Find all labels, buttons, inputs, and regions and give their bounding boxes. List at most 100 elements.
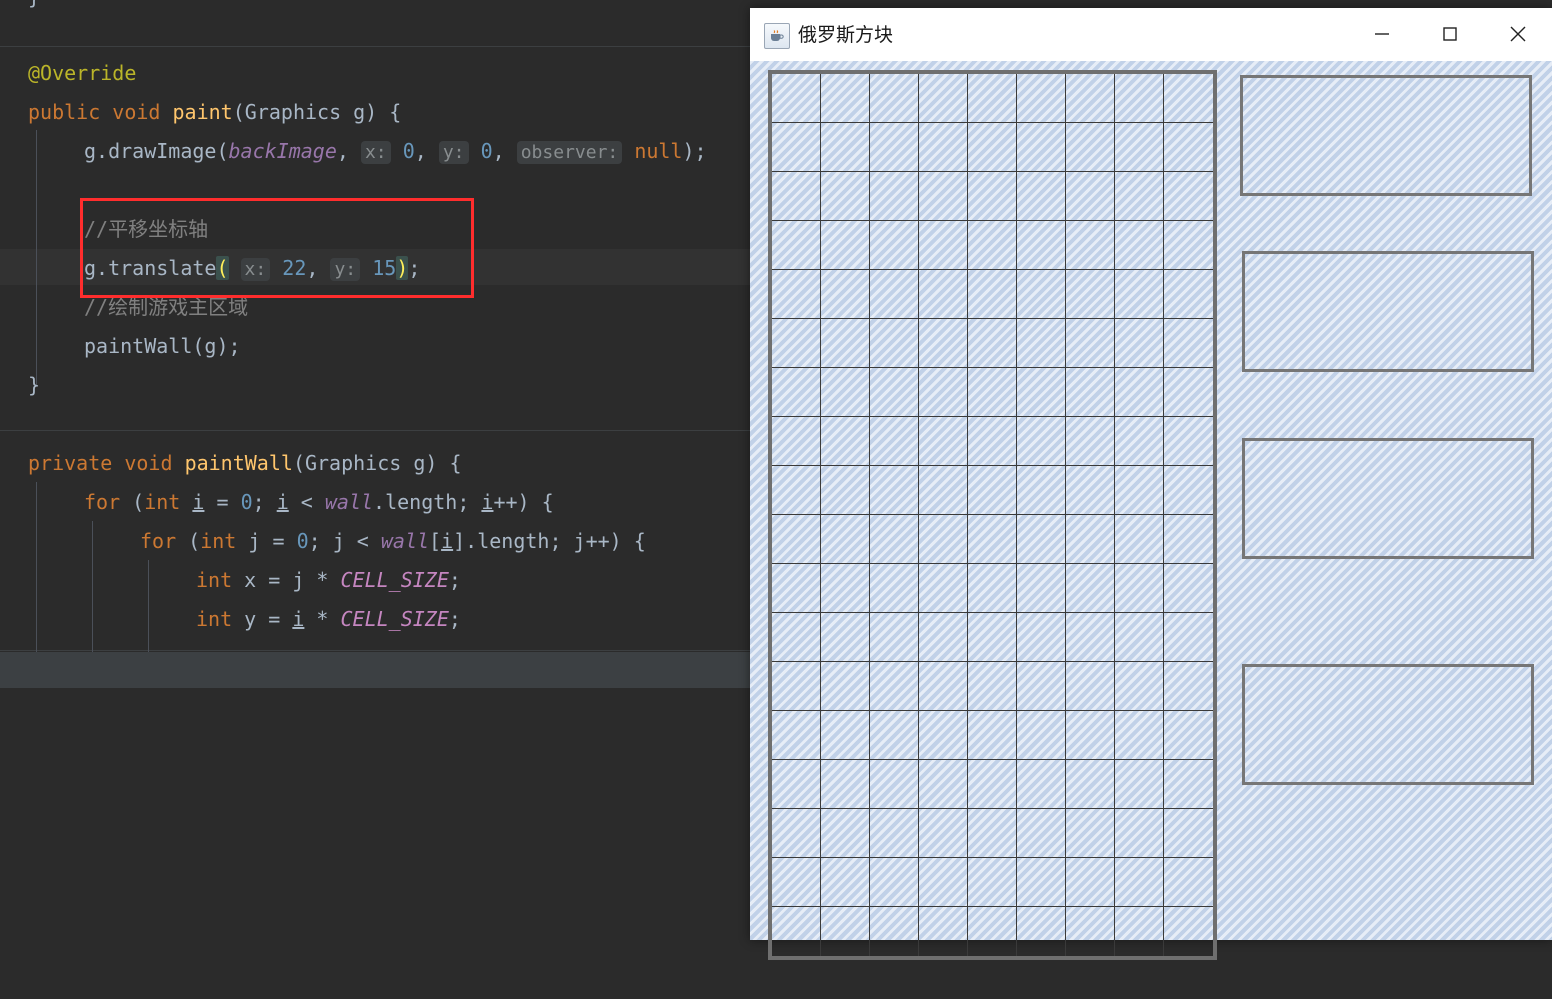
- grid-cell: [1066, 368, 1115, 417]
- grid-cell: [1164, 319, 1213, 368]
- minimize-button[interactable]: [1348, 8, 1416, 60]
- close-icon: [1510, 26, 1526, 42]
- code-token: ,: [492, 139, 517, 163]
- code-token: <: [288, 490, 325, 514]
- grid-cell: [968, 466, 1017, 515]
- window-titlebar[interactable]: 俄罗斯方块: [750, 8, 1552, 62]
- maximize-button[interactable]: [1416, 8, 1484, 60]
- code-token: x = j *: [232, 568, 341, 592]
- preview-box: [1240, 75, 1532, 196]
- code-token: (Graphics g) {: [292, 451, 462, 475]
- code-token: int: [144, 490, 181, 514]
- grid-cell: [772, 613, 821, 662]
- grid-cell: [919, 417, 968, 466]
- tetris-grid[interactable]: [768, 70, 1217, 960]
- grid-cell: [1066, 809, 1115, 858]
- grid-cell: [1017, 515, 1066, 564]
- grid-cell: [1066, 270, 1115, 319]
- code-line-partial-top: }: [28, 0, 788, 17]
- grid-cell: [1066, 907, 1115, 956]
- grid-cell: [821, 760, 870, 809]
- code-line[interactable]: for (int i = 0; i < wall.length; i++) {: [0, 483, 844, 522]
- code-line[interactable]: }: [0, 366, 788, 405]
- grid-cell: [919, 564, 968, 613]
- code-line[interactable]: public void paint(Graphics g) {: [0, 93, 788, 132]
- code-token: ;: [408, 256, 421, 280]
- code-token: (: [120, 490, 145, 514]
- grid-cell: [870, 74, 919, 123]
- grid-cell: [1115, 221, 1164, 270]
- code-line[interactable]: [0, 171, 844, 210]
- code-token: paintWall(g);: [84, 334, 241, 358]
- grid-cell: [1017, 711, 1066, 760]
- grid-cell: [1115, 417, 1164, 466]
- grid-cell: [968, 613, 1017, 662]
- game-window[interactable]: 俄罗斯方块: [750, 8, 1552, 960]
- grid-cell: [1164, 711, 1213, 760]
- code-token: //绘制游戏主区域: [84, 295, 249, 319]
- grid-cell: [919, 270, 968, 319]
- code-token: //平移坐标轴: [84, 217, 209, 241]
- grid-cell: [821, 368, 870, 417]
- grid-cell: [821, 319, 870, 368]
- code-token: 0: [240, 490, 253, 514]
- grid-cell: [1115, 74, 1164, 123]
- code-token: wall: [380, 529, 430, 553]
- grid-cell: [1115, 858, 1164, 907]
- code-token: 0: [402, 139, 415, 163]
- grid-cell: [1115, 809, 1164, 858]
- code-line[interactable]: //绘制游戏主区域: [0, 288, 844, 327]
- grid-cell: [1017, 319, 1066, 368]
- grid-cell: [1066, 515, 1115, 564]
- grid-cell: [1115, 172, 1164, 221]
- code-token: .length;: [373, 490, 482, 514]
- grid-cell: [919, 368, 968, 417]
- grid-cell: [1066, 662, 1115, 711]
- code-line[interactable]: @Override: [0, 54, 788, 93]
- grid-cell: [968, 662, 1017, 711]
- game-canvas[interactable]: [750, 61, 1552, 960]
- grid-cell: [1115, 123, 1164, 172]
- close-button[interactable]: [1484, 8, 1552, 60]
- code-token: (: [176, 529, 201, 553]
- code-token: int: [196, 607, 233, 631]
- grid-cell: [968, 907, 1017, 956]
- code-token: ; j <: [308, 529, 381, 553]
- grid-cell: [1115, 613, 1164, 662]
- grid-cell: [772, 74, 821, 123]
- code-token: int: [196, 568, 233, 592]
- code-line[interactable]: g.translate( x: 22, y: 15);: [0, 249, 844, 288]
- grid-cell: [772, 466, 821, 515]
- grid-cell: [1066, 711, 1115, 760]
- grid-cell: [870, 172, 919, 221]
- grid-cell: [821, 858, 870, 907]
- grid-cell: [1115, 515, 1164, 564]
- grid-cell: [919, 123, 968, 172]
- minimize-icon: [1375, 33, 1389, 35]
- code-line[interactable]: paintWall(g);: [0, 327, 844, 366]
- code-token: x:: [240, 258, 271, 281]
- code-token: (Graphics g) {: [232, 100, 402, 124]
- code-line[interactable]: private void paintWall(Graphics g) {: [0, 444, 788, 483]
- grid-cell: [919, 319, 968, 368]
- grid-cell: [1164, 907, 1213, 956]
- code-line[interactable]: g.drawImage(backImage, x: 0, y: 0, obser…: [0, 132, 844, 171]
- grid-cell: [870, 907, 919, 956]
- grid-cell: [870, 270, 919, 319]
- code-token: i: [441, 529, 454, 553]
- grid-cell: [1017, 662, 1066, 711]
- grid-cell: [1164, 74, 1213, 123]
- code-token: @Override: [28, 61, 137, 85]
- code-line[interactable]: //平移坐标轴: [0, 210, 844, 249]
- grid-cell: [1164, 564, 1213, 613]
- grid-cell: [772, 123, 821, 172]
- grid-cell: [1017, 74, 1066, 123]
- grid-cell: [1017, 564, 1066, 613]
- code-token: paintWall: [184, 451, 293, 475]
- grid-cell: [772, 221, 821, 270]
- grid-cell: [1066, 123, 1115, 172]
